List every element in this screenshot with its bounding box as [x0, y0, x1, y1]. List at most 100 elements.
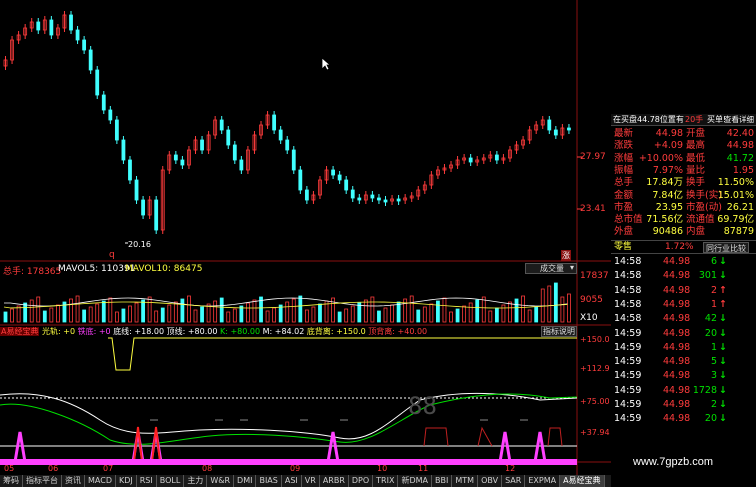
quote-label: 最低	[686, 152, 706, 164]
view-detail-link[interactable]: 查看详细	[724, 114, 754, 126]
indicator-help-button[interactable]: 指标说明	[541, 326, 577, 337]
volume-bar	[88, 306, 93, 323]
tab-5[interactable]: RSI	[137, 475, 157, 487]
chevron-down-icon: ▾	[569, 263, 574, 272]
volume-bar	[3, 311, 8, 323]
arrow-down-icon: ↓	[719, 370, 727, 382]
trade-price: 44.98	[663, 284, 691, 296]
trade-row[interactable]: 14:58 44.98 301 ↓	[613, 269, 755, 282]
candle-body	[69, 14, 73, 31]
limit-up-flag: 涨	[561, 250, 571, 261]
quote-value: 1.95	[732, 164, 754, 176]
tab-15[interactable]: TRIX	[373, 475, 399, 487]
volume-dropdown[interactable]: 成交量 ▾	[525, 263, 577, 274]
trade-row[interactable]: 14:59 44.98 2 ↓	[613, 398, 755, 411]
candle-body	[75, 29, 80, 41]
trade-volume: 3	[710, 370, 717, 382]
quote-row: 振幅 7.97% 量比 1.95	[613, 165, 755, 177]
trade-row[interactable]: 14:59 44.98 3 ↓	[613, 369, 755, 382]
trade-row[interactable]: 14:59 44.98 5 ↓	[613, 355, 755, 368]
tab-17[interactable]: BBI	[432, 475, 453, 487]
trade-volume: 20	[704, 327, 717, 339]
x-tick-05: 05	[4, 464, 15, 473]
trade-row[interactable]: 14:58 44.98 6 ↓	[613, 255, 755, 268]
tab-3[interactable]: MACD	[85, 475, 116, 487]
volume-bar	[134, 302, 139, 323]
q-label: q	[109, 250, 115, 260]
tiedi-spike	[13, 431, 27, 464]
volume-bar	[311, 306, 316, 323]
volume-bar	[377, 310, 381, 323]
trade-time: 14:59	[614, 370, 642, 382]
trade-time: 14:59	[614, 384, 642, 396]
tab-20[interactable]: SAR	[502, 475, 526, 487]
trade-row[interactable]: 14:59 44.98 1728 ↓	[613, 384, 755, 397]
candle-body	[272, 114, 277, 131]
trade-volume: 2	[710, 399, 717, 410]
candle-body	[180, 159, 185, 166]
trade-volume: 1	[710, 341, 717, 353]
quote-label: 流通值	[686, 214, 715, 226]
tab-0[interactable]: 筹码	[0, 475, 23, 487]
trade-volume: 5	[710, 356, 717, 368]
indicator-tab-bar: 筹码 指标平台 资讯 MACD KDJ RSI BOLL 主力 W&R DMI BIAS ASI VR A…	[0, 475, 611, 487]
tab-1[interactable]: 指标平台	[23, 475, 62, 487]
tab-7[interactable]: 主力	[184, 475, 208, 487]
arrow-up-icon: ↑	[719, 298, 727, 310]
trade-row[interactable]: 14:58 44.98 1 ↑	[613, 298, 755, 311]
tab-9[interactable]: DMI	[234, 475, 257, 487]
tab-18[interactable]: MTM	[452, 475, 479, 487]
trade-time: 14:58	[614, 284, 642, 296]
tab-22[interactable]: A易经宝典	[560, 475, 605, 487]
tab-21[interactable]: EXPMA	[525, 475, 561, 487]
k-line	[0, 393, 578, 445]
quote-row: 最新 44.98 开盘 42.40	[613, 128, 755, 140]
volume-bar	[390, 304, 394, 323]
candle-body	[154, 199, 159, 231]
volume-bar	[304, 309, 309, 323]
quote-value: 90486	[652, 226, 683, 238]
quote-value: 26.21	[726, 201, 754, 213]
tiedi-base-bar	[0, 459, 577, 465]
volume-bar	[547, 285, 552, 323]
trade-row[interactable]: 14:58 44.98 2 ↑	[613, 284, 755, 297]
tab-10[interactable]: BIAS	[256, 475, 282, 487]
tab-14[interactable]: DPO	[349, 475, 374, 487]
tab-4[interactable]: KDJ	[116, 475, 137, 487]
tab-2[interactable]: 资讯	[62, 475, 85, 487]
tab-16[interactable]: 新DMA	[398, 475, 433, 487]
tab-8[interactable]: W&R	[207, 475, 235, 487]
low-price-marker: 20.16	[128, 240, 151, 249]
tab-12[interactable]: VR	[302, 475, 320, 487]
arrow-down-icon: ↓	[719, 256, 727, 267]
quote-label: 换手(实)	[686, 189, 722, 201]
buy-order-bar[interactable]: 在买盘44.78位置有 20手 买单! 查看详细	[611, 114, 756, 126]
tab-19[interactable]: OBV	[478, 475, 503, 487]
quote-label: 振幅	[614, 164, 634, 176]
quote-label: 外盘	[614, 226, 634, 238]
candle-body	[285, 139, 290, 151]
indicator-dingxian: 顶线: +80.00	[166, 327, 218, 336]
volume-bar	[101, 300, 106, 323]
x-tick-06: 06	[48, 464, 59, 473]
tab-13[interactable]: ARBR	[320, 475, 349, 487]
tab-11[interactable]: ASI	[282, 475, 302, 487]
indicator-dibeili: 底背离: +150.0	[306, 327, 366, 336]
volume-axis-unit: X10	[580, 313, 598, 323]
tab-6[interactable]: BOLL	[157, 475, 185, 487]
candle-body	[547, 119, 552, 131]
sector-pct: 1.72%	[665, 242, 694, 252]
trade-row[interactable]: 14:59 44.98 20 ↓	[613, 327, 755, 340]
trade-volume: 42	[704, 313, 717, 325]
trade-row[interactable]: 14:59 44.98 20 ↓	[613, 412, 755, 425]
trade-row[interactable]: 14:59 44.98 1 ↓	[613, 341, 755, 354]
quote-row: 涨跌 +4.09 最高 44.98	[613, 140, 755, 152]
chart-area[interactable]: 27.97 23.41 20.16 q 涨 总手: 178365 MAVOL5:…	[0, 0, 611, 475]
quote-label: 总市值	[614, 214, 643, 226]
trade-row[interactable]: 14:58 44.98 42 ↓	[613, 312, 755, 325]
sector-compare-button[interactable]: 同行业比较	[703, 242, 749, 253]
x-tick-10: 10	[377, 464, 388, 473]
quote-label: 量比	[686, 164, 706, 176]
volume-bar	[481, 296, 486, 323]
trade-price: 44.98	[663, 384, 691, 396]
